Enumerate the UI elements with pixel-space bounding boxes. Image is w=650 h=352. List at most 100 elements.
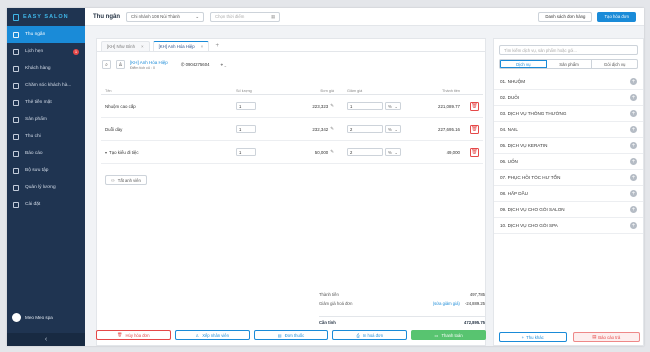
line-total: 227,695.16	[438, 126, 460, 132]
sidebar-item-10[interactable]: Cài đặt	[7, 196, 85, 213]
add-icon[interactable]: +	[630, 206, 637, 213]
trash-icon: 🗑︎	[117, 332, 123, 337]
sidebar-item-label: Thẻ tiền mặt	[25, 100, 52, 105]
discount-unit-select[interactable]: % ⌄	[385, 148, 401, 156]
delete-icon[interactable]: 🗑︎	[470, 147, 479, 157]
quantity-input[interactable]: 1	[236, 148, 256, 156]
order-list-button[interactable]: Danh sách đơn hàng	[538, 11, 593, 22]
create-invoice-button[interactable]: Tạo hóa đơn	[597, 11, 636, 22]
add-icon[interactable]: +	[630, 110, 637, 117]
close-icon[interactable]: ×	[201, 44, 204, 49]
chevron-down-icon[interactable]: ▾	[105, 150, 107, 155]
item-name[interactable]: Nhuộm cao cấp	[101, 104, 236, 109]
category-item[interactable]: 01. NHUỘM +	[494, 74, 643, 90]
tag-icon[interactable]: ⌖ ⌄	[220, 62, 226, 67]
delete-icon[interactable]: 🗑︎	[470, 124, 479, 134]
add-tab-button[interactable]: +	[212, 41, 222, 51]
customer-points: Điểm tích củ : 0	[130, 65, 155, 70]
branch-select[interactable]: Chi nhánh 108 Núi Thành ⌄	[126, 11, 204, 22]
sidebar-item-label: Thu chi	[25, 134, 41, 139]
col-qty: Số lượng	[236, 88, 252, 93]
collapse-sidebar-button[interactable]: ‹	[7, 333, 85, 346]
pay-button[interactable]: ▭ Thanh toán	[411, 330, 486, 340]
cancel-invoice-button[interactable]: 🗑︎ Hủy hóa đơn	[96, 330, 171, 340]
wallet-icon	[13, 133, 19, 140]
item-name[interactable]: Duỗi dày	[101, 127, 236, 132]
discount-input[interactable]: 1	[347, 102, 383, 110]
tab-products[interactable]: Sản phẩm	[547, 60, 593, 68]
table-header: Tên Số lượng Đơn giá Giảm giá Thành tiền	[101, 87, 483, 95]
add-icon[interactable]: +	[630, 142, 637, 149]
tab-packages[interactable]: Gói dịch vụ	[592, 60, 637, 68]
category-item[interactable]: 06. UỐN +	[494, 154, 643, 170]
category-item[interactable]: 03. DỊCH VỤ THÔNG THƯỜNG +	[494, 106, 643, 122]
assign-employee-button[interactable]: ♙ Xếp nhân viên	[174, 330, 250, 340]
add-employee-button[interactable]: ⚇ Tất anh viên	[105, 175, 147, 185]
discount-input[interactable]: 2	[347, 125, 383, 133]
col-total: Thành tiền	[442, 88, 460, 93]
logo-text: EASY SALON	[23, 14, 69, 20]
add-icon[interactable]: +	[630, 126, 637, 133]
sidebar-item-0[interactable]: Thu ngân	[7, 26, 85, 43]
delete-icon[interactable]: 🗑︎	[470, 101, 479, 111]
close-icon[interactable]: ×	[141, 44, 144, 49]
add-icon[interactable]: +	[630, 158, 637, 165]
tab-customer-2[interactable]: [KH] Anh Hóa Hiệp ×	[152, 41, 210, 51]
search-icon[interactable]: ⌕	[102, 60, 111, 69]
add-icon[interactable]: +	[630, 174, 637, 181]
gallery-icon	[13, 167, 19, 174]
category-item[interactable]: 02. DUỖI +	[494, 90, 643, 106]
sidebar-item-8[interactable]: Bộ sưu tập	[7, 162, 85, 179]
add-icon[interactable]: +	[630, 78, 637, 85]
category-item[interactable]: 10. DỊCH VỤ CHO GÓI SPA +	[494, 218, 643, 234]
sidebar-item-4[interactable]: Thẻ tiền mặt	[7, 94, 85, 111]
category-item[interactable]: 09. DỊCH VỤ CHO GÓI SALON +	[494, 202, 643, 218]
sidebar-item-1[interactable]: Lịch hẹn 1	[7, 43, 85, 60]
edit-icon[interactable]: ✎	[330, 126, 334, 132]
category-item[interactable]: 08. HẤP DẦU +	[494, 186, 643, 202]
catalog-search-input[interactable]: Tìm kiếm dịch vụ, sản phẩm hoặc gói...	[499, 45, 638, 55]
sidebar-item-2[interactable]: Khách hàng	[7, 60, 85, 77]
discount-unit-select[interactable]: % ⌄	[385, 125, 401, 133]
edit-icon[interactable]: ✎	[330, 103, 334, 109]
category-item[interactable]: 04. NAIL +	[494, 122, 643, 138]
category-item[interactable]: 07. PHỤC HỒI TÓC HƯ TỔN +	[494, 170, 643, 186]
edit-icon[interactable]: ✎	[330, 149, 334, 155]
discount-unit-select[interactable]: % ⌄	[385, 102, 401, 110]
discount-input[interactable]: 2	[347, 148, 383, 156]
sidebar-item-9[interactable]: Quản lý lương	[7, 179, 85, 196]
sidebar-item-label: Quản lý lương	[25, 185, 56, 190]
edit-discount-link[interactable]: (sửa giảm giá)	[433, 301, 460, 306]
discount-row: Giảm giá hoá đơn (sửa giảm giá) -24,889.…	[319, 299, 485, 308]
sidebar-item-3[interactable]: Chăm sóc khách hà...	[7, 77, 85, 94]
add-icon[interactable]: +	[630, 222, 637, 229]
prescription-button[interactable]: ▤ Đơn thuốc	[253, 330, 329, 340]
category-item[interactable]: 05. DỊCH VỤ KERATIN +	[494, 138, 643, 154]
line-total: 49,000	[446, 149, 460, 155]
print-invoice-button[interactable]: ⎙ In hoá đơn	[332, 330, 408, 340]
tab-customer-1[interactable]: [KH] Như Bình ×	[101, 41, 150, 51]
refund-report-button[interactable]: ▤ Báo cáo trả	[572, 332, 640, 342]
user-profile[interactable]: Meo Meo spa	[12, 313, 53, 322]
quantity-input[interactable]: 1	[236, 102, 256, 110]
time-picker[interactable]: Chọn thời điểm ▦	[210, 11, 280, 22]
document-icon: ▤	[277, 332, 282, 338]
sidebar-item-6[interactable]: Thu chi	[7, 128, 85, 145]
other-income-button[interactable]: + Thu khác	[499, 332, 567, 342]
sidebar-item-label: Khách hàng	[25, 66, 51, 71]
quantity-input[interactable]: 1	[236, 125, 256, 133]
tab-label: [KH] Như Bình	[107, 44, 135, 49]
sidebar-item-7[interactable]: Báo cáo	[7, 145, 85, 162]
card-icon	[13, 99, 19, 106]
tab-services[interactable]: Dịch vụ	[500, 60, 547, 68]
invoice-summary: Thành tiền 497,785 Giảm giá hoá đơn (sửa…	[319, 290, 485, 325]
add-icon[interactable]: +	[630, 190, 637, 197]
employee-label: Xếp nhân viên	[202, 332, 229, 338]
time-placeholder: Chọn thời điểm	[215, 14, 245, 19]
sidebar-item-5[interactable]: Sản phẩm	[7, 111, 85, 128]
avatar	[12, 313, 21, 322]
item-name[interactable]: ▾ Tạo kiểu đi tiệc	[101, 150, 236, 155]
customer-info[interactable]: [KH] Anh Hóa Hiệp Điểm tích củ : 0	[130, 60, 168, 70]
unit-price: 232,342	[312, 126, 329, 132]
add-icon[interactable]: +	[630, 94, 637, 101]
